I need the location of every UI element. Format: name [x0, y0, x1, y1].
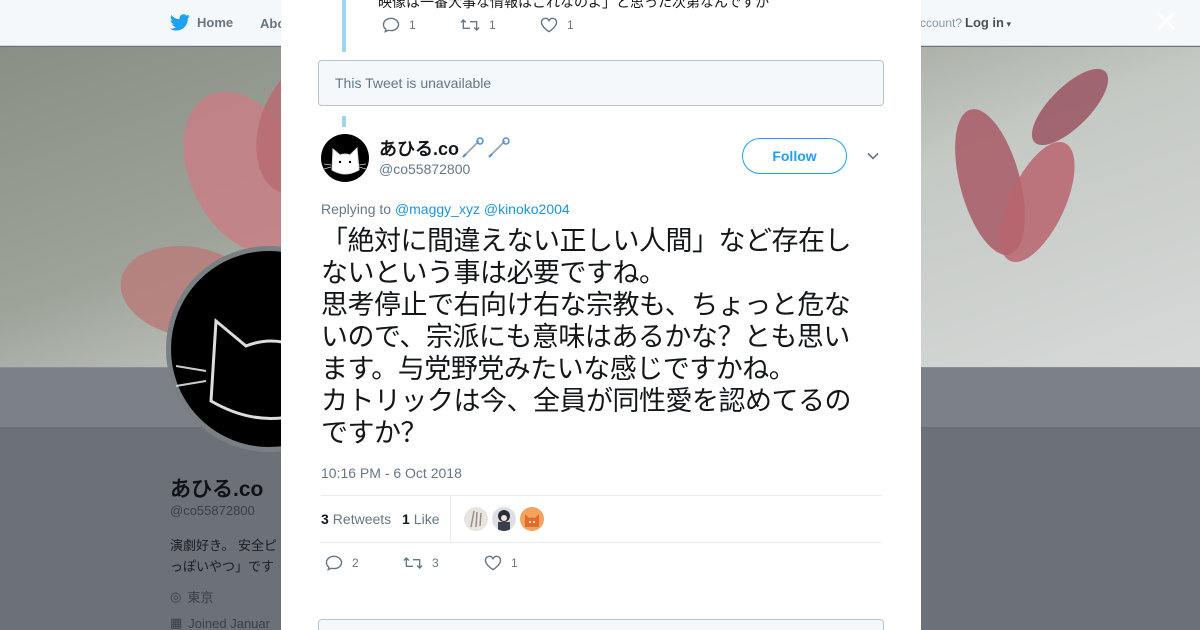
- follow-button[interactable]: Follow: [742, 138, 847, 174]
- profile-bio-line: 演劇好き。 安全ピ: [170, 538, 277, 553]
- reply-count: 1: [409, 18, 416, 32]
- profile-location-text: 東京: [187, 590, 214, 605]
- nav-home-link[interactable]: Home: [170, 14, 233, 31]
- safety-pin-icon: [488, 137, 510, 158]
- tweet-text-line: 思考停止で右向け右な宗教も、ちょっと危な: [321, 290, 851, 321]
- stat-divider: [450, 496, 451, 543]
- safety-pin-icon: [462, 137, 484, 158]
- tweet-actions: 2 3 1: [325, 555, 518, 571]
- profile-handle: @co55872800: [170, 503, 255, 518]
- heart-icon: [484, 555, 502, 571]
- like-button[interactable]: 1: [540, 17, 574, 33]
- location-pin-icon: ◎: [170, 588, 182, 604]
- tweet-permalink-modal: 映像は一番大事な情報はこれなのよ」と思った次第なんですが 1 1 1 This …: [281, 0, 921, 630]
- mention-link[interactable]: @kinoko2004: [484, 201, 570, 217]
- tweet-text-line: いので、宗派にも意味はあるかな？とも思い: [321, 322, 850, 353]
- login-link[interactable]: Log in ▾: [965, 15, 1011, 30]
- chevron-down-icon[interactable]: [865, 148, 881, 164]
- like-count: 1: [511, 556, 518, 570]
- chevron-down-icon: ▾: [1004, 19, 1012, 29]
- reply-button[interactable]: 1: [382, 17, 460, 33]
- profile-name: あひる.co: [170, 478, 264, 501]
- profile-bio-line: っぽいやつ」です: [170, 559, 275, 574]
- profile-joined-text: Joined Januar: [188, 615, 270, 630]
- thread-line: [342, 116, 346, 127]
- retweet-count: 1: [489, 18, 496, 32]
- mention-link[interactable]: @maggy_xyz: [395, 201, 480, 217]
- retweeter-avatar[interactable]: [492, 507, 516, 531]
- reply-button[interactable]: 2: [325, 555, 403, 571]
- reply-count: 2: [352, 556, 359, 570]
- like-button[interactable]: 1: [484, 555, 518, 571]
- tweet-text: 「絶対に間違えない正しい人間」など存在し ないという事は必要ですね。 思考停止で…: [321, 226, 886, 450]
- author-handle[interactable]: @co55872800: [379, 161, 470, 177]
- reply-icon: [325, 555, 343, 571]
- retweet-button[interactable]: 3: [403, 556, 484, 570]
- retweeter-avatar[interactable]: [464, 507, 488, 531]
- login-label: Log in: [965, 15, 1004, 30]
- retweet-count: 3: [432, 556, 439, 570]
- author-name-text: あひる.co: [379, 139, 460, 159]
- tweet-stats: 3 Retweets 1 Like: [321, 495, 882, 543]
- heart-icon: [540, 17, 558, 33]
- profile-joined: ▦ Joined Januar: [170, 615, 270, 630]
- tweet-text-line: ですか？: [321, 418, 428, 449]
- retweets-stat-label: Retweets: [332, 511, 392, 527]
- calendar-icon: ▦: [170, 615, 183, 630]
- profile-location: ◎ 東京: [170, 587, 213, 606]
- thread-line: [342, 0, 346, 52]
- retweet-icon: [403, 557, 423, 569]
- previous-tweet-actions: 1 1 1: [382, 17, 574, 33]
- tweet-timestamp[interactable]: 10:16 PM - 6 Oct 2018: [321, 465, 462, 481]
- nav-home-label: Home: [197, 15, 234, 30]
- retweet-icon: [460, 19, 480, 31]
- tweet-text-line: 「絶対に間違えない正しい人間」など存在し: [321, 226, 852, 257]
- replying-prefix: Replying to: [321, 201, 392, 217]
- retweet-button[interactable]: 1: [460, 18, 540, 32]
- like-count: 1: [567, 18, 574, 32]
- reply-icon: [382, 17, 400, 33]
- retweets-stat-count: 3: [321, 511, 329, 527]
- tweet-text-line: カトリックは今、全員が同性愛を認めてるの: [321, 386, 852, 417]
- author-avatar[interactable]: [321, 134, 369, 182]
- likes-stat[interactable]: 1 Like: [402, 511, 439, 527]
- tweet-text-line: ないという事は必要ですね。: [321, 258, 666, 289]
- retweets-stat[interactable]: 3 Retweets: [321, 511, 391, 527]
- author-name[interactable]: あひる.co: [379, 135, 511, 161]
- previous-tweet-text: 映像は一番大事な情報はこれなのよ」と思った次第なんですが: [378, 0, 770, 10]
- retweeter-avatar[interactable]: [520, 507, 544, 531]
- nav-account-prompt: ccount?: [920, 16, 963, 30]
- twitter-bird-icon: [170, 14, 190, 31]
- likes-stat-count: 1: [402, 511, 410, 527]
- close-icon[interactable]: ✕: [1152, 8, 1180, 38]
- reply-compose-box[interactable]: [318, 619, 884, 630]
- tweet-text-line: ます。与党野党みたいな感じですかね。: [321, 354, 796, 385]
- tweet-unavailable-notice: This Tweet is unavailable: [318, 60, 884, 106]
- replying-to: Replying to @maggy_xyz @kinoko2004: [321, 201, 570, 217]
- likes-stat-label: Like: [413, 511, 440, 527]
